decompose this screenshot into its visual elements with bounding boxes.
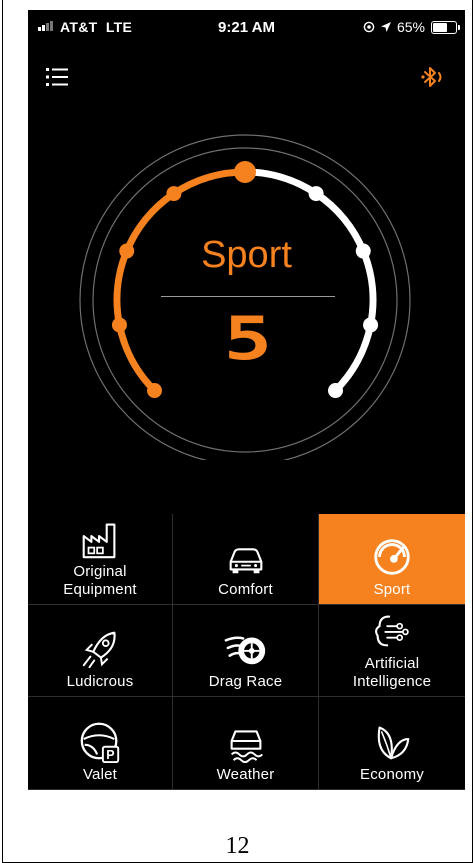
mode-title: Sport xyxy=(201,234,292,276)
mode-label: Comfort xyxy=(218,581,273,598)
mode-label: Economy xyxy=(360,766,424,783)
mode-tile-valet[interactable]: P Valet xyxy=(28,697,173,790)
mode-label: Artificial Intelligence xyxy=(352,655,432,690)
battery-icon xyxy=(431,21,460,34)
gauge-outer-ring xyxy=(79,134,411,460)
mode-number: 5 xyxy=(223,304,272,374)
status-bar: AT&T LTE 9:21 AM 65% xyxy=(28,10,465,46)
mode-label: Sport xyxy=(373,581,411,598)
mode-label: Drag Race xyxy=(208,673,283,690)
steering-wheel-parking-icon: P xyxy=(80,722,120,764)
location-arrow-icon xyxy=(380,22,391,32)
mode-gauge xyxy=(28,130,465,460)
svg-text:P: P xyxy=(106,748,114,762)
gauge-step-dot xyxy=(328,383,344,399)
mode-tile-weather[interactable]: Weather xyxy=(173,697,319,790)
mode-tile-drag-race[interactable]: Drag Race xyxy=(173,605,319,697)
mode-tile-ludicrous[interactable]: Ludicrous xyxy=(28,605,173,697)
rocket-icon xyxy=(82,631,116,669)
gauge-step-dot xyxy=(146,383,162,399)
mode-label: Original Equipment xyxy=(63,563,137,598)
battery-level xyxy=(433,23,447,32)
page-number: 12 xyxy=(225,833,250,859)
gauge-step-dot xyxy=(166,186,182,202)
orientation-lock-icon xyxy=(363,21,375,33)
mode-label: Weather xyxy=(216,766,275,783)
gauge-current-step-knob xyxy=(234,161,256,183)
ai-brain-icon xyxy=(375,615,409,647)
mode-tile-economy[interactable]: Economy xyxy=(319,697,465,790)
gauge-inner-ring xyxy=(92,147,398,453)
mode-tile-sport[interactable]: Sport xyxy=(319,514,465,605)
mode-tile-comfort[interactable]: Comfort xyxy=(173,514,319,605)
mode-label: Valet xyxy=(82,766,118,783)
car-weather-icon xyxy=(230,730,263,764)
mode-tile-artificial-intelligence[interactable]: Artificial Intelligence xyxy=(319,605,465,697)
mode-tile-original-equipment[interactable]: Original Equipment xyxy=(28,514,173,605)
mode-grid: Original Equipment Comfort Sport Ludicrous D… xyxy=(28,514,465,790)
status-icons: 65% xyxy=(363,19,425,35)
gauge-divider xyxy=(161,296,335,297)
factory-icon xyxy=(82,523,116,559)
flaming-wheel-icon xyxy=(224,636,265,665)
battery-percent: 65% xyxy=(396,19,425,35)
car-icon xyxy=(229,548,262,574)
gauge-step-dot xyxy=(308,186,324,202)
speedometer-icon xyxy=(374,539,410,575)
gauge-dial[interactable] xyxy=(28,130,465,460)
leaf-icon xyxy=(377,726,410,760)
list-icon[interactable] xyxy=(46,65,74,89)
phone-screen: AT&T LTE 9:21 AM 65% Sport 5 Original Eq… xyxy=(28,10,465,790)
mode-label: Ludicrous xyxy=(66,673,134,690)
bluetooth-icon[interactable] xyxy=(419,64,447,90)
